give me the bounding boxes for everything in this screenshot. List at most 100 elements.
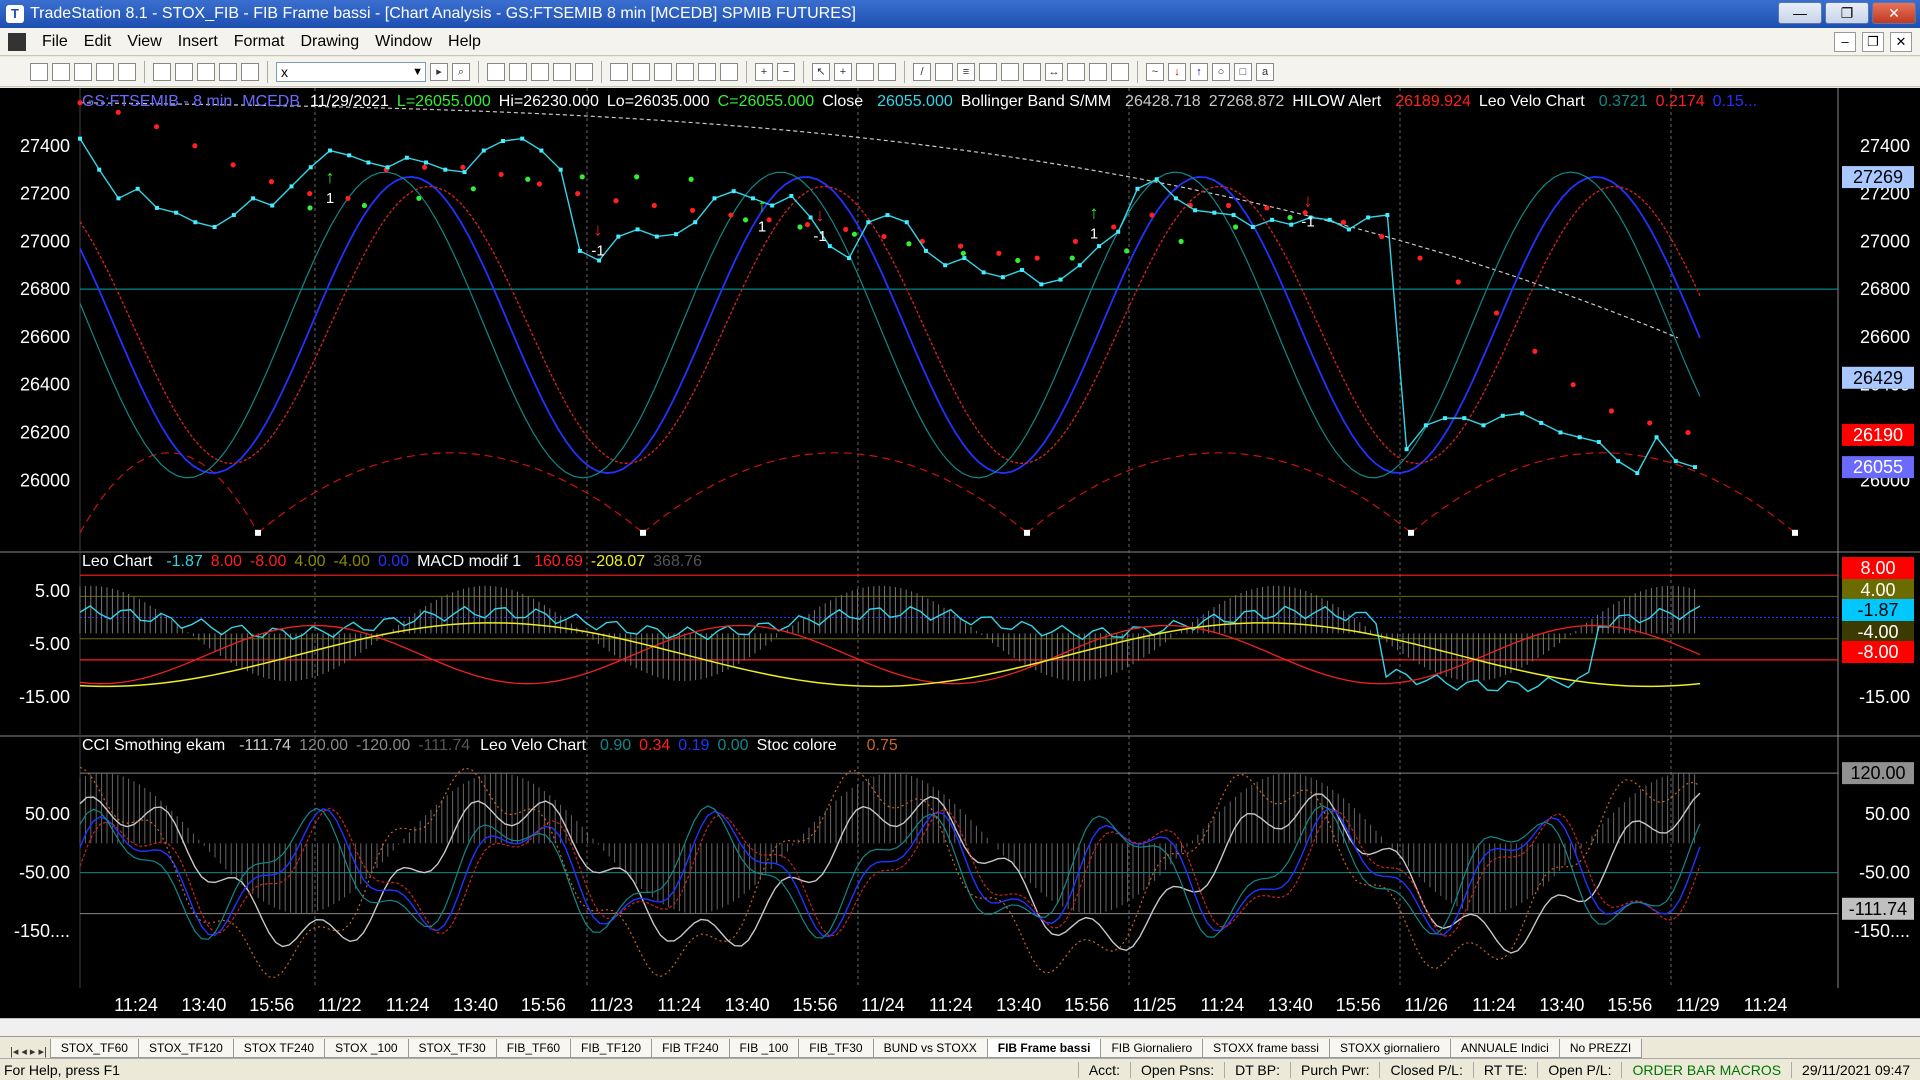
strategy-icon[interactable] — [575, 62, 593, 81]
menu-file[interactable]: File — [34, 33, 76, 51]
menu-insert[interactable]: Insert — [170, 33, 226, 51]
close-price-dot — [1673, 459, 1678, 464]
ellipse-icon[interactable]: ○ — [1212, 62, 1230, 81]
data-window-icon[interactable] — [531, 62, 549, 81]
close-price-dot — [1020, 268, 1025, 273]
close-price-dot — [1404, 447, 1409, 452]
copy-icon[interactable] — [197, 62, 215, 81]
tab-fib-tf30[interactable]: FIB_TF30 — [798, 1039, 874, 1058]
tab-last-icon[interactable]: ▸| — [38, 1045, 46, 1058]
insert-analysis-icon[interactable] — [487, 62, 505, 81]
fib-time-icon[interactable] — [1089, 62, 1107, 81]
close-price-dot — [424, 160, 429, 165]
status-order-bar-macros[interactable]: ORDER BAR MACROS — [1621, 1061, 1791, 1078]
menu-window[interactable]: Window — [367, 33, 440, 51]
tab-fib-giornaliero[interactable]: FIB Giornaliero — [1100, 1039, 1204, 1058]
open-icon[interactable] — [52, 62, 70, 81]
open-workspace-icon[interactable] — [96, 62, 114, 81]
tab-stox-tf240[interactable]: STOX TF240 — [232, 1039, 326, 1058]
tab-next-icon[interactable]: ▸ — [30, 1045, 36, 1058]
zoom-in-icon[interactable]: + — [755, 62, 773, 81]
pointer-icon[interactable]: ↖ — [812, 62, 830, 81]
menu-drawing[interactable]: Drawing — [292, 33, 367, 51]
time-tick-label: 11/25 — [1133, 995, 1177, 1015]
arrow-up-icon[interactable]: ↑ — [1190, 62, 1208, 81]
menu-edit[interactable]: Edit — [76, 33, 120, 51]
close-price-dot — [616, 234, 621, 239]
menu-view[interactable]: View — [119, 33, 169, 51]
chevron-down-icon[interactable]: ▼ — [412, 63, 423, 81]
maximize-button[interactable]: ❐ — [1825, 2, 1869, 24]
bar-type-icon[interactable] — [676, 62, 694, 81]
go-arrow-icon[interactable]: ▸ — [430, 62, 448, 81]
crosshair-icon[interactable]: + — [834, 62, 852, 81]
tab-fib-tf240[interactable]: FIB TF240 — [651, 1039, 730, 1058]
tab-stoxx-giornaliero[interactable]: STOXX giornaliero — [1328, 1039, 1451, 1058]
tab-stoxx-frame-bassi[interactable]: STOXX frame bassi — [1202, 1039, 1330, 1058]
candle-type-icon[interactable] — [720, 62, 738, 81]
arrow-lr-icon[interactable]: ↔ — [1045, 62, 1063, 81]
globe-icon[interactable] — [241, 62, 259, 81]
mdi-restore-button[interactable]: ❐ — [1862, 32, 1884, 52]
chart-window-icon[interactable] — [8, 32, 26, 51]
arrow-down-icon[interactable]: ↓ — [1168, 62, 1186, 81]
hilow-green-dot — [960, 250, 966, 256]
tab-fib-100[interactable]: FIB _100 — [728, 1039, 800, 1058]
tab-stox-tf30[interactable]: STOX_TF30 — [407, 1039, 497, 1058]
indicator-icon[interactable] — [553, 62, 571, 81]
new-icon[interactable] — [30, 62, 48, 81]
tab-stox-100[interactable]: STOX _100 — [324, 1039, 409, 1058]
mdi-minimize-button[interactable]: – — [1834, 32, 1856, 52]
menu-help[interactable]: Help — [440, 33, 489, 51]
lock-icon[interactable] — [219, 62, 237, 81]
tab-fib-frame-bassi[interactable]: FIB Frame bassi — [986, 1039, 1102, 1058]
rectangle-icon[interactable]: □ — [1234, 62, 1252, 81]
hilow-green-dot — [1015, 257, 1021, 264]
print-icon[interactable] — [153, 62, 171, 81]
matrix-icon[interactable] — [654, 62, 672, 81]
tab-prev-icon[interactable]: ◂ — [21, 1045, 27, 1058]
tab-fib-tf120[interactable]: FIB_TF120 — [570, 1039, 653, 1058]
trendline-icon[interactable]: / — [913, 62, 931, 81]
tab-stox-tf120[interactable]: STOX_TF120 — [137, 1039, 234, 1058]
fib-lines-icon[interactable] — [935, 62, 953, 81]
symbol-input[interactable]: x ▼ — [276, 61, 426, 82]
new-workspace-icon[interactable] — [74, 62, 92, 81]
gann-fan-icon[interactable] — [1023, 62, 1041, 81]
tab-fib-tf60[interactable]: FIB_TF60 — [495, 1039, 572, 1058]
minimize-button[interactable]: — — [1778, 2, 1822, 24]
cut-icon[interactable] — [175, 62, 193, 81]
order-icon[interactable] — [878, 62, 896, 81]
close-price-dot — [1462, 416, 1467, 421]
andrews-pitchfork-icon[interactable] — [1001, 62, 1019, 81]
fib-arcs-icon[interactable] — [1067, 62, 1085, 81]
chart-canvas[interactable]: 27400 2740027200 2720027000 2700026800 26800… — [0, 88, 1920, 1018]
text-icon[interactable]: a — [1256, 62, 1274, 81]
speed-lines-icon[interactable] — [979, 62, 997, 81]
status-dt-bp: DT BP: — [1224, 1061, 1290, 1078]
close-button[interactable]: ✕ — [1872, 2, 1916, 24]
tab-first-icon[interactable]: |◂ — [10, 1045, 18, 1058]
menu-format[interactable]: Format — [226, 33, 293, 51]
horizontal-scrollbar[interactable] — [0, 1018, 1920, 1036]
tab-bund-vs-stoxx[interactable]: BUND vs STOXX — [872, 1039, 988, 1058]
save-icon[interactable] — [118, 62, 136, 81]
symbol-lookup-icon[interactable]: ⌕ — [452, 62, 470, 81]
horizontal-lines-icon[interactable]: ≡ — [957, 62, 975, 81]
regression-icon[interactable] — [1111, 62, 1129, 81]
line-type-icon[interactable] — [698, 62, 716, 81]
format-icon[interactable] — [509, 62, 527, 81]
zoom-out-icon[interactable]: − — [777, 62, 795, 81]
tab-annuale-indici[interactable]: ANNUALE Indici — [1449, 1039, 1560, 1058]
chart-icon[interactable] — [610, 62, 628, 81]
hilow-green-dot — [688, 176, 694, 182]
freehand-icon[interactable]: ~ — [1146, 62, 1164, 81]
mdi-close-button[interactable]: ✕ — [1890, 32, 1912, 52]
chart-analysis-window[interactable]: 27400 27400 27200 27200 27000 27000 26800 26800… — [0, 88, 1920, 1028]
close-price-dot — [251, 196, 256, 201]
tab-stox-tf60[interactable]: STOX_TF60 — [49, 1039, 139, 1058]
radar-icon[interactable] — [632, 62, 650, 81]
time-tick-label: 15:56 — [1064, 995, 1109, 1015]
tab-no-prezzi[interactable]: No PREZZI — [1558, 1039, 1643, 1058]
tools-icon[interactable] — [856, 62, 874, 81]
